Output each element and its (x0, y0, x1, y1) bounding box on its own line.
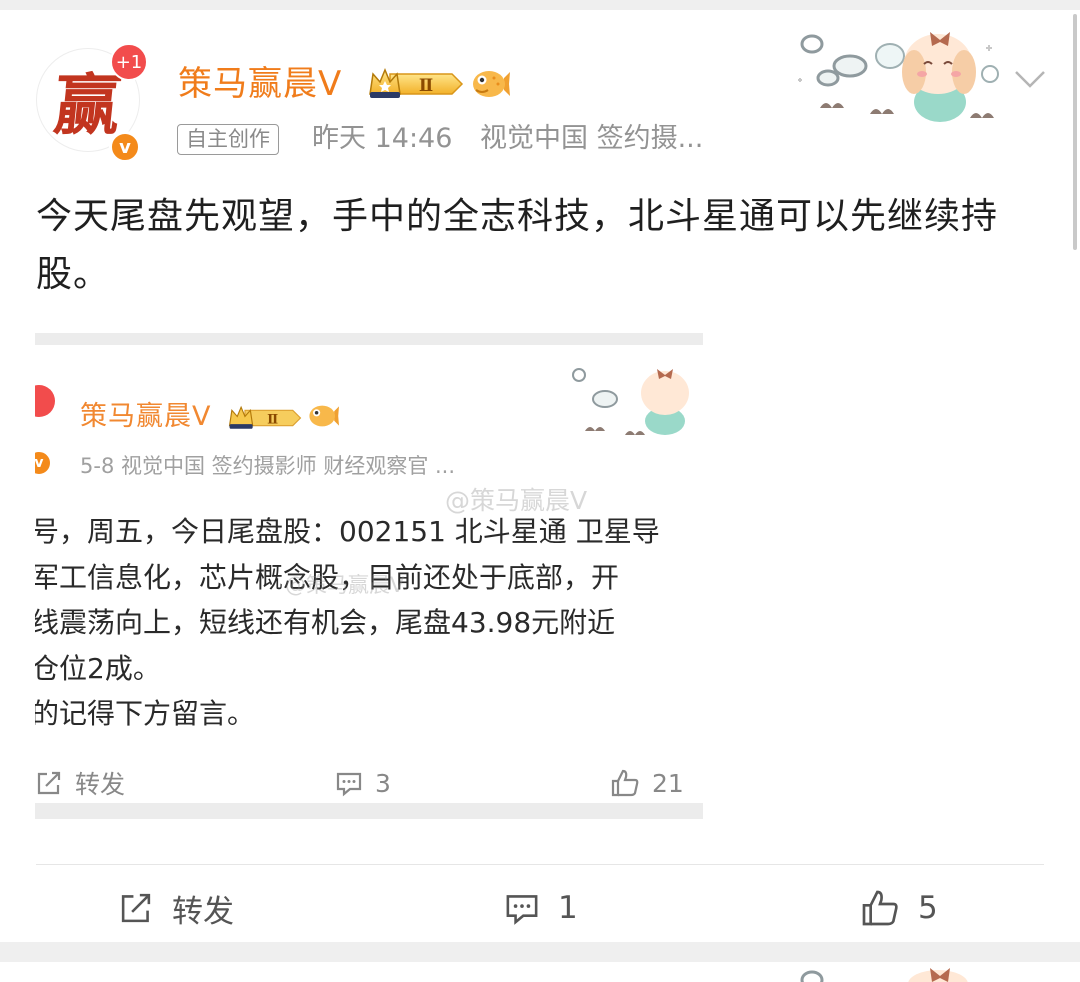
embedded-like: 21 (610, 763, 684, 803)
embedded-fish-emoji-icon (309, 405, 339, 427)
embedded-crown-badge-icon: Ⅱ (228, 405, 302, 429)
like-count: 5 (918, 890, 938, 926)
post-text: 今天尾盘先观望，手中的全志科技，北斗星通可以先继续持股。 (36, 196, 999, 295)
embedded-like-icon (611, 769, 639, 797)
embedded-verified-icon: v (35, 449, 53, 477)
embedded-like-count: 21 (652, 768, 684, 798)
embedded-repost-label: 转发 (75, 770, 126, 799)
repost-button[interactable]: 转发 (118, 882, 234, 934)
comment-count: 1 (558, 890, 578, 926)
fish-emoji-icon (473, 71, 510, 97)
like-button[interactable]: 5 (860, 882, 938, 934)
embedded-comment: 3 (335, 763, 391, 803)
image-watermark: @策马赢晨V (285, 573, 405, 597)
embedded-action-bar: 转发 3 21 (35, 763, 703, 803)
comment-icon (506, 895, 538, 925)
embedded-comment-icon (336, 772, 362, 797)
level-text: Ⅱ (419, 76, 433, 96)
embedded-post-text: 号，周五，今日尾盘股：002151 北斗星通 卫星导 军工信息化，芯片概念股，目… (35, 509, 703, 737)
username[interactable]: 策马赢晨V (178, 62, 342, 106)
scrollbar[interactable] (1073, 14, 1077, 250)
weibo-post-card: 赢 +1 v 策马赢晨V Ⅱ 自主创作 昨天 14:46 视觉中国 签约摄... (0, 10, 1080, 942)
repost-icon (121, 893, 151, 923)
verified-icon: v (109, 131, 141, 163)
next-post-card-partial (0, 962, 1080, 982)
divider (36, 864, 1044, 865)
like-icon (862, 890, 898, 926)
crown-badge-icon[interactable]: Ⅱ (368, 66, 464, 102)
image-watermark: @策马赢晨V (445, 486, 588, 515)
embedded-comment-count: 3 (375, 768, 391, 798)
bottom-separator (0, 942, 1080, 962)
embedded-card-decoration-image (572, 368, 689, 435)
top-separator (0, 0, 1080, 10)
chevron-down-icon[interactable] (1012, 64, 1048, 92)
next-card-decoration-image (800, 968, 968, 982)
card-decoration-image (798, 32, 999, 122)
embedded-username: 策马赢晨V (80, 401, 212, 432)
embedded-text-line: 线震荡向上，短线还有机会，尾盘43.98元附近 (35, 606, 616, 639)
embedded-repost: 转发 (35, 763, 125, 803)
embedded-text-line: 号，周五，今日尾盘股：002151 北斗星通 卫星导 (35, 515, 660, 548)
embedded-meta: 5-8 视觉中国 签约摄影师 财经观察官 ... (80, 454, 456, 478)
embedded-plus-badge (35, 385, 55, 417)
plus-one-badge: +1 (110, 43, 148, 81)
comment-button[interactable]: 1 (504, 882, 578, 934)
embedded-text-line: 的记得下方留言。 (35, 697, 256, 730)
post-image[interactable]: v 策马赢晨V Ⅱ 5-8 视觉中国 签约摄影师 财经观察官 ... 号，周五，… (35, 333, 703, 819)
embedded-bottom-separator (35, 803, 703, 819)
repost-label: 转发 (172, 893, 234, 930)
original-content-tag: 自主创作 (177, 124, 279, 155)
embedded-level-text: Ⅱ (267, 412, 278, 427)
author-description: 视觉中国 签约摄... (480, 123, 704, 154)
embedded-top-separator (35, 333, 703, 345)
embedded-text-line: 仓位2成。 (35, 651, 161, 685)
embedded-repost-icon (37, 771, 61, 795)
post-time: 昨天 14:46 (312, 123, 453, 154)
